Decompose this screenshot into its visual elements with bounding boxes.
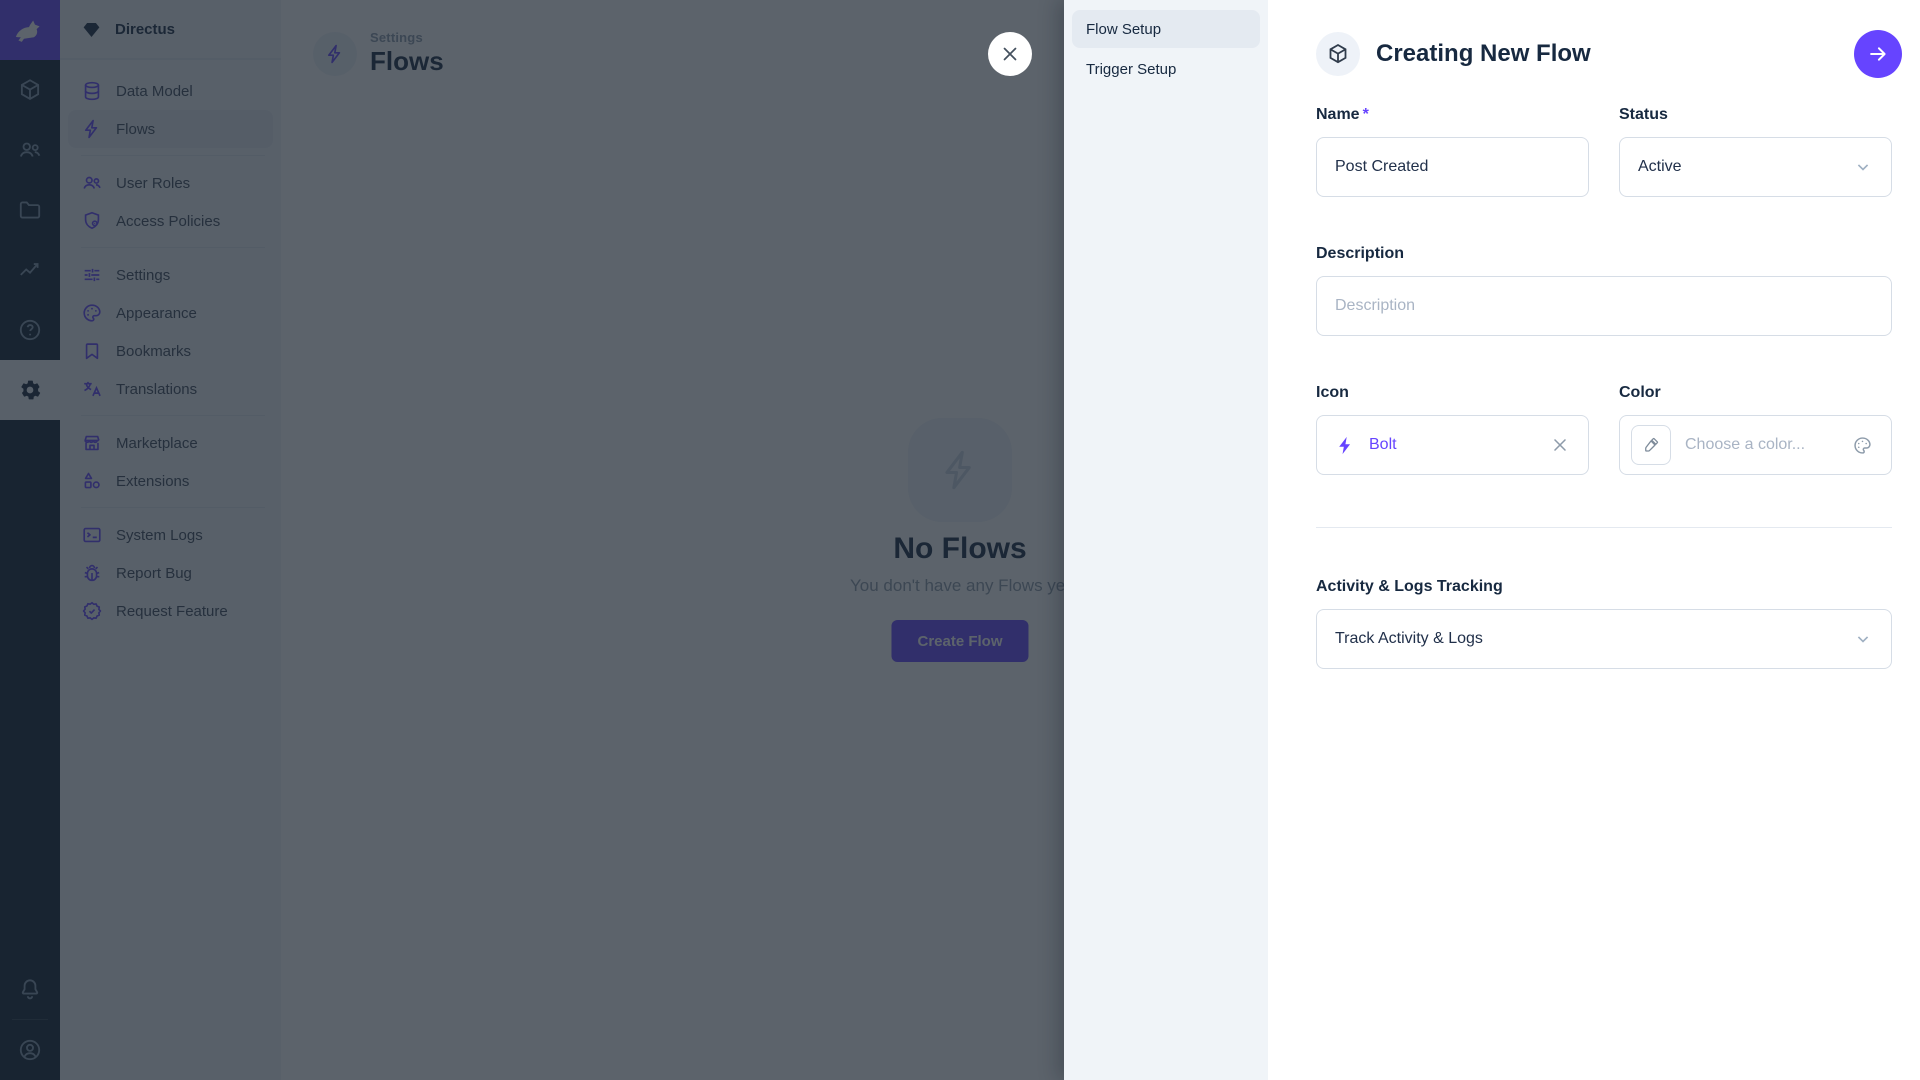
- drawer-icon-circle: [1316, 32, 1360, 76]
- close-icon: [999, 43, 1021, 65]
- cube-icon: [1326, 42, 1350, 66]
- tracking-label: Activity & Logs Tracking: [1316, 578, 1892, 596]
- icon-select[interactable]: Bolt: [1316, 415, 1589, 475]
- eyedropper-icon: [1642, 436, 1660, 454]
- status-label: Status: [1619, 106, 1892, 124]
- chevron-down-icon: [1853, 629, 1873, 649]
- palette-icon[interactable]: [1852, 435, 1873, 456]
- icon-value: Bolt: [1369, 436, 1397, 454]
- name-field[interactable]: [1335, 158, 1570, 176]
- bolt-icon: [1335, 435, 1356, 456]
- creating-new-flow-drawer: Flow Setup Trigger Setup Creating New Fl…: [1064, 0, 1920, 1080]
- eyedropper-button[interactable]: [1631, 425, 1671, 465]
- status-select[interactable]: Active: [1619, 137, 1892, 197]
- color-placeholder: Choose a color...: [1685, 436, 1805, 454]
- arrow-right-icon: [1867, 43, 1889, 65]
- chevron-down-icon: [1853, 157, 1873, 177]
- drawer-content: Creating New Flow Name* Status Active: [1268, 0, 1920, 1080]
- drawer-header: Creating New Flow: [1316, 30, 1892, 78]
- close-drawer-button[interactable]: [988, 32, 1032, 76]
- drawer-nav: Flow Setup Trigger Setup: [1064, 0, 1268, 1080]
- color-input[interactable]: Choose a color...: [1619, 415, 1892, 475]
- drawer-title: Creating New Flow: [1376, 40, 1591, 68]
- flow-setup-form: Name* Status Active Description: [1316, 106, 1892, 669]
- description-label: Description: [1316, 245, 1892, 263]
- drawer-nav-item-flow-setup[interactable]: Flow Setup: [1072, 10, 1260, 48]
- status-value: Active: [1638, 158, 1682, 176]
- name-label: Name*: [1316, 106, 1589, 124]
- tracking-select[interactable]: Track Activity & Logs: [1316, 609, 1892, 669]
- description-field[interactable]: [1335, 297, 1873, 315]
- color-label: Color: [1619, 384, 1892, 402]
- clear-icon[interactable]: [1550, 435, 1570, 455]
- drawer-nav-item-trigger-setup[interactable]: Trigger Setup: [1072, 50, 1260, 88]
- form-divider: [1316, 527, 1892, 528]
- icon-label: Icon: [1316, 384, 1589, 402]
- tracking-value: Track Activity & Logs: [1335, 630, 1483, 648]
- required-asterisk: *: [1363, 106, 1369, 123]
- save-flow-button[interactable]: [1854, 30, 1902, 78]
